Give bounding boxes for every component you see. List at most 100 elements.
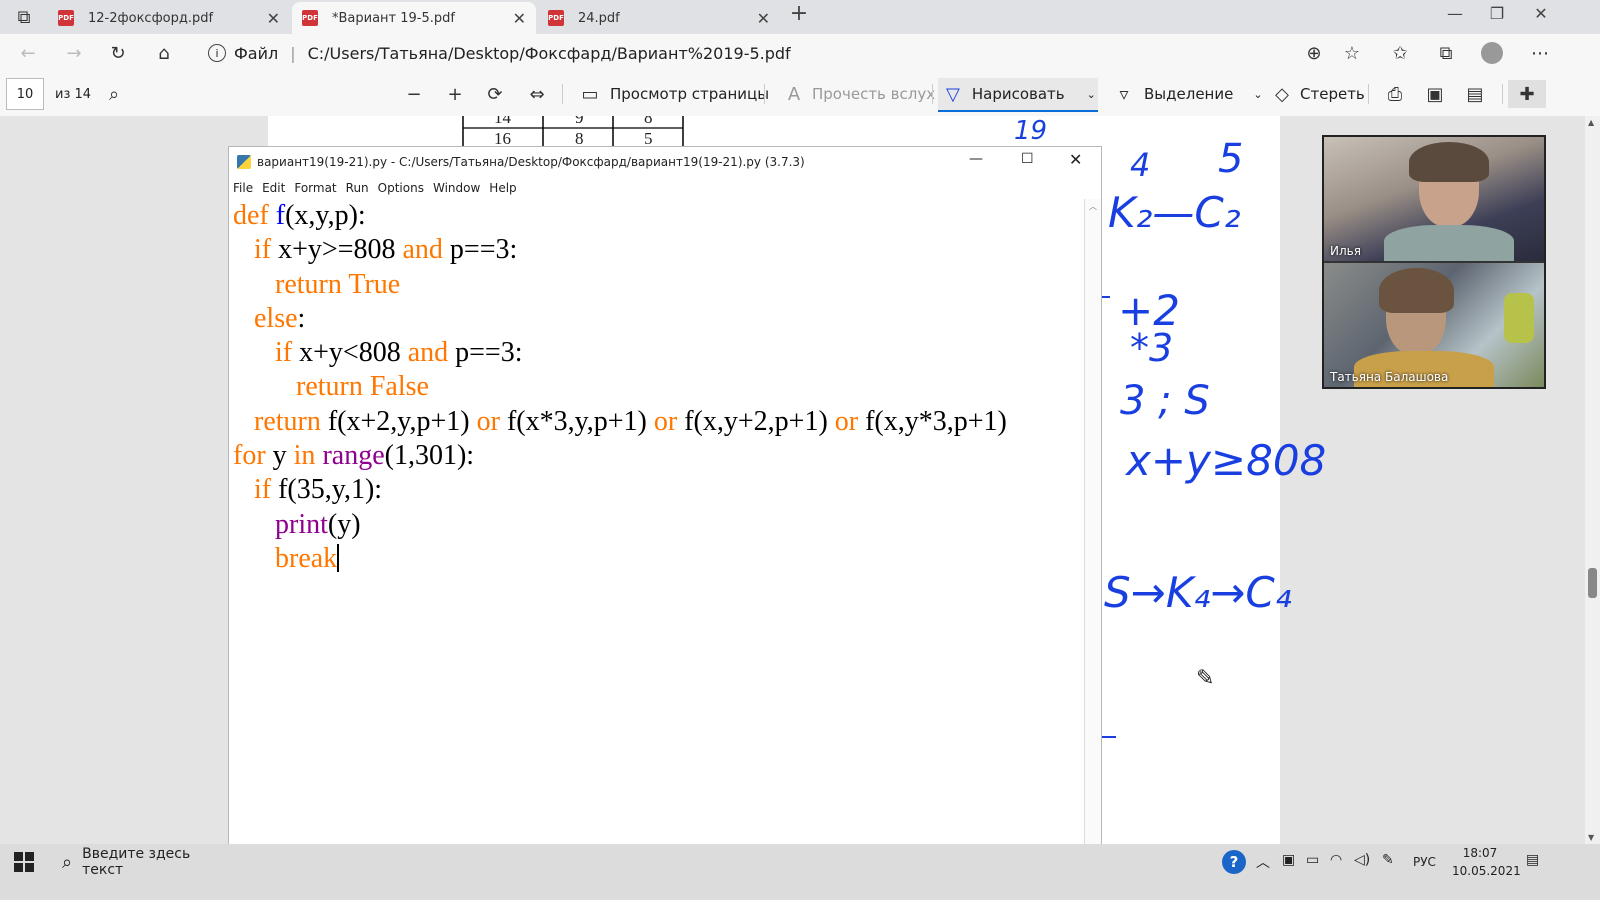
favorite-add-icon[interactable]: ☆ <box>1338 40 1366 66</box>
scrollbar-thumb[interactable] <box>1588 568 1597 598</box>
participant-name: Илья <box>1330 244 1361 258</box>
refresh-icon[interactable]: ↻ <box>104 40 132 66</box>
scroll-up-icon[interactable]: ▲ <box>1588 118 1594 127</box>
draw-icon: ▽ <box>946 83 960 105</box>
menu-edit[interactable]: Edit <box>262 181 285 195</box>
tab-24[interactable]: PDF 24.pdf ✕ <box>538 2 780 34</box>
volume-icon[interactable]: ◁) <box>1354 852 1370 868</box>
idle-scrollbar[interactable]: ︿ <box>1084 199 1101 885</box>
close-icon[interactable]: ✕ <box>757 9 770 28</box>
handwriting-times3: *3 <box>1130 326 1174 370</box>
close-window-icon[interactable]: ✕ <box>1526 4 1556 23</box>
idle-editor-window[interactable]: вариант19(19-21).py - C:/Users/Татьяна/D… <box>228 146 1102 886</box>
address-scheme: Файл <box>234 43 279 63</box>
address-separator: | <box>290 43 296 63</box>
close-icon[interactable]: ✕ <box>513 9 526 28</box>
forward-icon[interactable]: → <box>60 40 88 66</box>
maximize-icon[interactable]: ☐ <box>1021 151 1034 167</box>
meet-now-icon[interactable]: ▣ <box>1282 852 1295 868</box>
pen-icon[interactable]: ✎ <box>1382 852 1394 868</box>
read-aloud-button[interactable]: A Прочесть вслух <box>782 80 935 108</box>
profile-avatar[interactable] <box>1478 40 1506 66</box>
address-field[interactable]: i Файл | C:/Users/Татьяна/Desktop/Фоксфа… <box>200 38 1380 68</box>
idle-title-bar: вариант19(19-21).py - C:/Users/Татьяна/D… <box>229 147 1101 177</box>
code-line: if x+y>=808 and p==3: <box>254 234 518 266</box>
menu-window[interactable]: Window <box>433 181 480 195</box>
print-icon[interactable]: ⎙ <box>1383 80 1407 108</box>
battery-icon[interactable]: ▭ <box>1306 852 1319 868</box>
highlight-button[interactable]: ▿ Выделение ⌄ <box>1112 80 1262 108</box>
code-line: return True <box>275 268 401 300</box>
save-as-icon[interactable]: ▤ <box>1463 80 1487 108</box>
tab-actions-icon[interactable]: ⧉ <box>10 4 38 30</box>
tab-variant-19-5[interactable]: PDF *Вариант 19-5.pdf ✕ <box>292 2 536 34</box>
minimize-icon[interactable]: — <box>969 151 983 167</box>
scroll-down-icon[interactable]: ▼ <box>1588 833 1594 842</box>
pdf-icon: PDF <box>58 10 74 26</box>
fit-width-icon[interactable]: ⇔ <box>525 80 549 108</box>
handwriting-3-s: 3 ; S <box>1120 378 1210 424</box>
close-icon[interactable]: ✕ <box>1069 150 1082 169</box>
find-icon[interactable]: ⌕ <box>102 80 126 108</box>
language-indicator[interactable]: РУС <box>1413 855 1436 869</box>
chevron-up-icon[interactable]: ︿ <box>1256 852 1270 872</box>
save-icon[interactable]: ▣ <box>1423 80 1447 108</box>
more-menu-icon[interactable]: ⋯ <box>1526 40 1554 66</box>
zoom-icon[interactable]: ⊕ <box>1300 40 1328 66</box>
new-tab-button[interactable]: + <box>784 1 814 26</box>
zoom-in-icon[interactable]: + <box>443 80 467 108</box>
pdf-toolbar: 10 из 14 ⌕ − + ⟳ ⇔ ▭ Просмотр страницы A… <box>0 72 1600 117</box>
help-icon[interactable]: ? <box>1222 850 1246 874</box>
code-line: print(y) <box>275 508 361 540</box>
favorites-icon[interactable]: ✩ <box>1386 40 1414 66</box>
menu-file[interactable]: File <box>233 181 253 195</box>
page-view-icon: ▭ <box>581 83 599 105</box>
collections-icon[interactable]: ⧉ <box>1432 40 1460 66</box>
participant-shoulders <box>1384 225 1514 261</box>
taskbar-search[interactable]: ⌕ Введите здесь текст <box>52 844 228 880</box>
erase-button[interactable]: ◇ Стереть <box>1270 80 1365 108</box>
page-view-button[interactable]: ▭ Просмотр страницы <box>578 80 769 108</box>
search-icon: ⌕ <box>62 851 73 873</box>
page-view-label: Просмотр страницы <box>610 85 770 103</box>
minimize-icon[interactable]: — <box>1440 4 1470 23</box>
draw-button[interactable]: ▽ Нарисовать ⌄ <box>938 78 1098 112</box>
back-icon[interactable]: ← <box>14 40 42 66</box>
idle-menu-bar: File Edit Format Run Options Window Help <box>229 177 522 199</box>
zoom-out-icon[interactable]: − <box>402 80 426 108</box>
video-call-panel: Илья Татьяна Балашова <box>1322 135 1546 389</box>
home-icon[interactable]: ⌂ <box>150 40 178 66</box>
chevron-down-icon[interactable]: ⌄ <box>1087 88 1096 101</box>
pin-toolbar-icon[interactable]: ✚ <box>1508 80 1546 108</box>
clock[interactable]: 18:07 10.05.2021 <box>1452 846 1521 878</box>
menu-options[interactable]: Options <box>378 181 424 195</box>
vertical-scrollbar[interactable]: ▲ ▼ <box>1585 116 1600 844</box>
chevron-down-icon[interactable]: ⌄ <box>1253 88 1262 101</box>
erase-label: Стереть <box>1300 85 1365 103</box>
menu-format[interactable]: Format <box>294 181 336 195</box>
clock-date: 10.05.2021 <box>1452 864 1521 878</box>
menu-run[interactable]: Run <box>346 181 369 195</box>
code-editor[interactable]: def f(x,y,p): if x+y>=808 and p==3: retu… <box>233 199 1085 576</box>
scroll-up-icon[interactable]: ︿ <box>1089 201 1097 212</box>
windows-start-icon[interactable] <box>14 852 34 872</box>
close-icon[interactable]: ✕ <box>267 9 280 28</box>
divider <box>764 84 765 104</box>
divider <box>1502 84 1503 104</box>
handwriting-4: 4 <box>1130 146 1151 184</box>
video-tile[interactable]: Илья <box>1324 137 1544 261</box>
info-icon[interactable]: i <box>208 44 226 62</box>
tab-12-2foxford[interactable]: PDF 12-2фоксфорд.pdf ✕ <box>48 2 290 34</box>
divider <box>1368 84 1369 104</box>
code-line: return f(x+2,y,p+1) or f(x*3,y,p+1) or f… <box>254 405 1007 437</box>
video-tile[interactable]: Татьяна Балашова <box>1324 263 1544 387</box>
address-url: C:/Users/Татьяна/Desktop/Фоксфард/Вариан… <box>307 43 791 63</box>
notifications-icon[interactable]: ▤ <box>1526 852 1539 868</box>
restore-icon[interactable]: ❐ <box>1482 4 1512 23</box>
read-aloud-label: Прочесть вслух <box>812 85 936 103</box>
menu-help[interactable]: Help <box>489 181 516 195</box>
participant-hair <box>1409 142 1489 182</box>
wifi-icon[interactable]: ◠ <box>1330 852 1342 868</box>
rotate-icon[interactable]: ⟳ <box>483 80 507 108</box>
page-number-input[interactable]: 10 <box>6 78 44 110</box>
